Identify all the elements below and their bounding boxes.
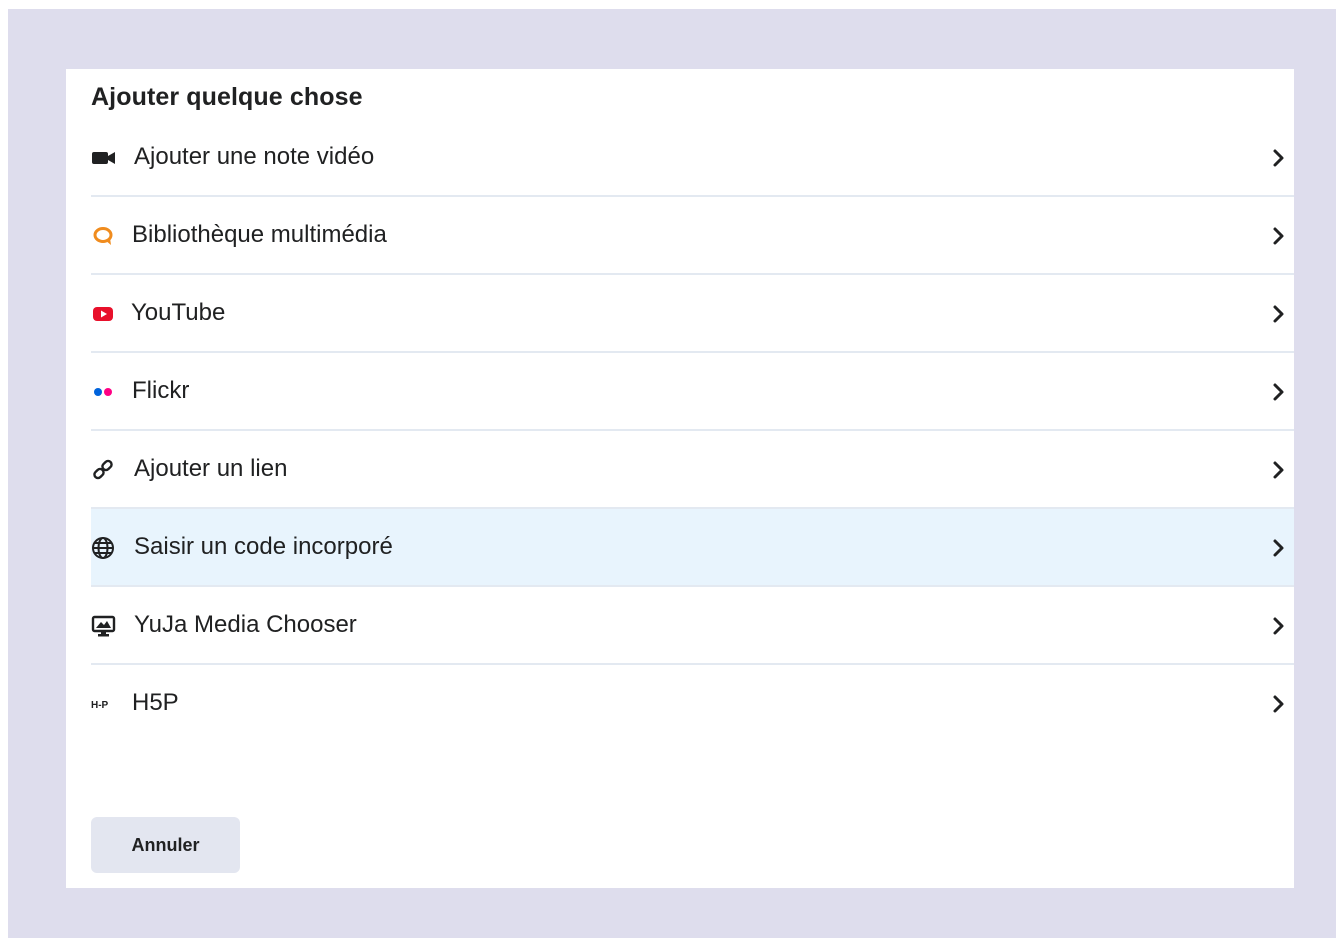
chevron-right-icon: [1273, 461, 1284, 479]
menu-item-label: Ajouter un lien: [134, 455, 288, 482]
menu-item-media-library[interactable]: Bibliothèque multimédia: [91, 197, 1294, 275]
menu-item-yuja-media-chooser[interactable]: YuJa Media Chooser: [91, 587, 1294, 665]
backdrop: Ajouter quelque chose Ajouter une note v…: [8, 9, 1336, 938]
media-library-icon: [91, 223, 117, 249]
flickr-icon: [91, 379, 117, 405]
chevron-right-icon: [1273, 305, 1284, 323]
add-something-dialog: Ajouter quelque chose Ajouter une note v…: [66, 69, 1294, 888]
svg-text:H-P: H-P: [91, 700, 109, 711]
menu-item-label: Ajouter une note vidéo: [134, 143, 375, 170]
menu-item-embed-code[interactable]: Saisir un code incorporé: [91, 509, 1294, 587]
menu-item-label: Saisir un code incorporé: [134, 533, 393, 560]
menu-item-flickr[interactable]: Flickr: [91, 353, 1294, 431]
menu-item-label: H5P: [132, 689, 179, 716]
menu-item-label: YuJa Media Chooser: [134, 611, 357, 638]
chevron-right-icon: [1273, 617, 1284, 635]
insert-menu: Ajouter une note vidéo Bibliothèque mult…: [91, 119, 1294, 743]
chevron-right-icon: [1273, 383, 1284, 401]
globe-icon: [91, 535, 117, 561]
h5p-icon: H-P: [91, 691, 117, 717]
menu-item-video-note[interactable]: Ajouter une note vidéo: [91, 119, 1294, 197]
monitor-icon: [91, 613, 117, 639]
menu-item-label: YouTube: [131, 299, 226, 326]
link-icon: [91, 457, 117, 483]
video-camera-icon: [91, 145, 117, 171]
menu-item-label: Flickr: [132, 377, 190, 404]
dialog-title: Ajouter quelque chose: [91, 83, 363, 111]
chevron-right-icon: [1273, 695, 1284, 713]
menu-item-h5p[interactable]: H-P H5P: [91, 665, 1294, 743]
chevron-right-icon: [1273, 539, 1284, 557]
menu-item-add-link[interactable]: Ajouter un lien: [91, 431, 1294, 509]
cancel-button[interactable]: Annuler: [91, 817, 240, 873]
menu-item-youtube[interactable]: YouTube: [91, 275, 1294, 353]
youtube-icon: [91, 301, 117, 327]
chevron-right-icon: [1273, 227, 1284, 245]
chevron-right-icon: [1273, 149, 1284, 167]
menu-item-label: Bibliothèque multimédia: [132, 221, 387, 248]
